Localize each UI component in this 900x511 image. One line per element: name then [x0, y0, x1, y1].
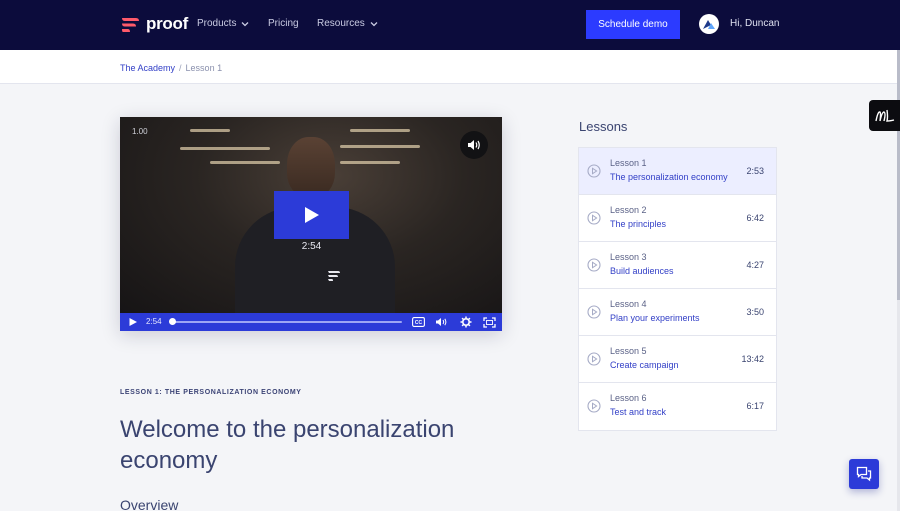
lessons-heading: Lessons: [579, 119, 628, 134]
svg-text:CC: CC: [415, 320, 423, 326]
progress-knob[interactable]: [169, 318, 176, 325]
breadcrumb: The Academy / Lesson 1: [120, 63, 222, 73]
play-circle-icon: [587, 352, 601, 366]
breadcrumb-separator: /: [179, 63, 182, 73]
video-player[interactable]: 1.00 2:54 2:54 CC: [120, 117, 502, 331]
play-icon[interactable]: [128, 317, 138, 327]
video-frame: 1.00 2:54: [120, 117, 502, 327]
volume-button[interactable]: [435, 316, 448, 328]
ceiling-light: [190, 129, 230, 132]
play-icon: [304, 207, 319, 223]
lesson-duration: 3:50: [746, 307, 764, 317]
avatar-logo-icon: [703, 20, 715, 29]
nav-item-products[interactable]: Products: [197, 18, 250, 29]
ml-badge-icon: [874, 109, 894, 122]
chevron-down-icon: [370, 21, 378, 26]
fullscreen-button[interactable]: [483, 316, 496, 328]
current-time: 2:54: [146, 317, 162, 326]
page-title: Welcome to the personalization economy: [120, 416, 455, 474]
lesson-item-1[interactable]: Lesson 1 The personalization economy 2:53: [579, 148, 776, 195]
lesson-number: Lesson 3: [610, 252, 647, 262]
play-circle-icon: [587, 211, 601, 225]
breadcrumb-current: Lesson 1: [185, 63, 223, 73]
chevron-down-icon: [242, 21, 249, 26]
presenter-head: [287, 137, 335, 197]
proof-logo-icon: [120, 15, 140, 33]
volume-icon: [436, 318, 447, 326]
lesson-duration: 13:42: [741, 354, 764, 364]
lesson-name: Plan your experiments: [610, 313, 700, 323]
play-circle-icon: [587, 164, 601, 178]
ceiling-light: [350, 129, 410, 132]
avatar[interactable]: [699, 14, 719, 34]
lesson-name: The principles: [610, 219, 667, 229]
lesson-name: The personalization economy: [610, 172, 728, 182]
chat-button[interactable]: [849, 459, 879, 489]
user-greeting[interactable]: Hi, Duncan: [730, 18, 779, 29]
lesson-tag: LESSON 1: THE PERSONALIZATION ECONOMY: [120, 389, 302, 396]
lesson-item-4[interactable]: Lesson 4 Plan your experiments 3:50: [579, 289, 776, 336]
nav-item-pricing[interactable]: Pricing: [268, 18, 299, 29]
nav-item-label: Resources: [317, 18, 365, 29]
play-circle-icon: [587, 258, 601, 272]
brand-name: proof: [146, 14, 188, 33]
nav-item-resources[interactable]: Resources: [317, 18, 379, 29]
lesson-duration: 6:42: [746, 213, 764, 223]
breadcrumb-bar: The Academy / Lesson 1: [0, 50, 897, 84]
brand-logo[interactable]: proof: [120, 14, 188, 34]
lesson-number: Lesson 4: [610, 299, 647, 309]
lesson-number: Lesson 6: [610, 393, 647, 403]
lesson-number: Lesson 1: [610, 158, 647, 168]
video-controls: 2:54 CC: [120, 313, 502, 331]
lesson-number: Lesson 2: [610, 205, 647, 215]
lesson-duration: 4:27: [746, 260, 764, 270]
lesson-item-3[interactable]: Lesson 3 Build audiences 4:27: [579, 242, 776, 289]
ml-badge-button[interactable]: [869, 100, 900, 131]
lesson-item-5[interactable]: Lesson 5 Create campaign 13:42: [579, 336, 776, 383]
lesson-name: Create campaign: [610, 360, 679, 370]
lesson-list: Lesson 1 The personalization economy 2:53 L…: [578, 147, 777, 431]
big-play-button[interactable]: [274, 191, 349, 239]
schedule-demo-button[interactable]: Schedule demo: [586, 10, 680, 39]
captions-button[interactable]: CC: [412, 316, 425, 328]
progress-bar[interactable]: [169, 318, 402, 325]
breadcrumb-link-academy[interactable]: The Academy: [120, 63, 175, 73]
nav-item-label: Pricing: [268, 18, 299, 29]
settings-button[interactable]: [459, 316, 472, 328]
volume-toggle-button[interactable]: [460, 131, 488, 159]
play-circle-icon: [587, 305, 601, 319]
chat-icon: [856, 466, 872, 482]
gear-icon: [460, 316, 471, 328]
video-duration-overlay: 2:54: [301, 241, 322, 252]
fullscreen-icon: [483, 316, 496, 328]
closed-captions-icon: CC: [412, 317, 425, 327]
lesson-item-2[interactable]: Lesson 2 The principles 6:42: [579, 195, 776, 242]
play-circle-icon: [587, 399, 601, 413]
ceiling-light: [180, 147, 270, 150]
overview-heading: Overview: [120, 497, 179, 511]
volume-icon: [468, 140, 480, 150]
lesson-duration: 2:53: [746, 166, 764, 176]
lesson-name: Test and track: [610, 407, 667, 417]
lesson-name: Build audiences: [610, 266, 674, 276]
nav-item-label: Products: [197, 18, 237, 29]
top-navigation: proof Products Pricing Resources Schedul…: [0, 0, 900, 50]
lesson-number: Lesson 5: [610, 346, 647, 356]
proof-watermark-icon: [326, 269, 342, 288]
playback-speed[interactable]: 1.00: [132, 127, 148, 136]
lesson-duration: 6:17: [746, 401, 764, 411]
lesson-item-6[interactable]: Lesson 6 Test and track 6:17: [579, 383, 776, 430]
